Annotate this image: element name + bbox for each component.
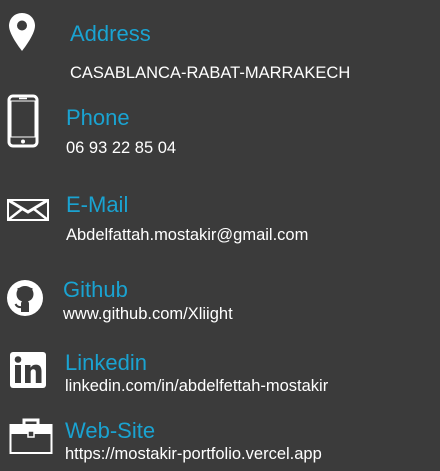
contact-address: Address CASABLANCA-RABAT-MARRAKECH — [0, 0, 440, 90]
briefcase-icon — [9, 418, 53, 454]
contact-label: Github — [63, 277, 128, 302]
contact-linkedin: Linkedin linkedin.com/in/abdelfettah-mos… — [0, 345, 440, 405]
linkedin-link[interactable]: linkedin.com/in/abdelfettah-mostakir — [65, 376, 328, 396]
contact-value: 06 93 22 85 04 — [66, 139, 177, 157]
phone-icon — [7, 94, 39, 148]
map-pin-icon — [9, 13, 35, 51]
linkedin-icon — [10, 352, 46, 388]
contact-panel: Address CASABLANCA-RABAT-MARRAKECH Phone… — [0, 0, 440, 471]
contact-label: E-Mail — [66, 192, 129, 217]
contact-phone: Phone 06 93 22 85 04 — [0, 90, 440, 170]
envelope-icon — [7, 199, 49, 221]
contact-label: Linkedin — [65, 350, 147, 375]
github-icon — [7, 280, 43, 316]
contact-label: Address — [70, 21, 151, 46]
contact-label: Phone — [66, 105, 130, 130]
contact-label: Web-Site — [65, 418, 156, 443]
email-link[interactable]: Abdelfattah.mostakir@gmail.com — [66, 225, 308, 245]
contact-email: E-Mail Abdelfattah.mostakir@gmail.com — [0, 185, 440, 255]
contact-github: Github www.github.com/Xliight — [0, 270, 440, 340]
github-link[interactable]: www.github.com/Xliight — [63, 304, 233, 324]
website-link[interactable]: https://mostakir-portfolio.vercel.app — [65, 444, 322, 464]
contact-value: CASABLANCA-RABAT-MARRAKECH — [70, 64, 351, 82]
contact-website: Web-Site https://mostakir-portfolio.verc… — [0, 410, 440, 471]
